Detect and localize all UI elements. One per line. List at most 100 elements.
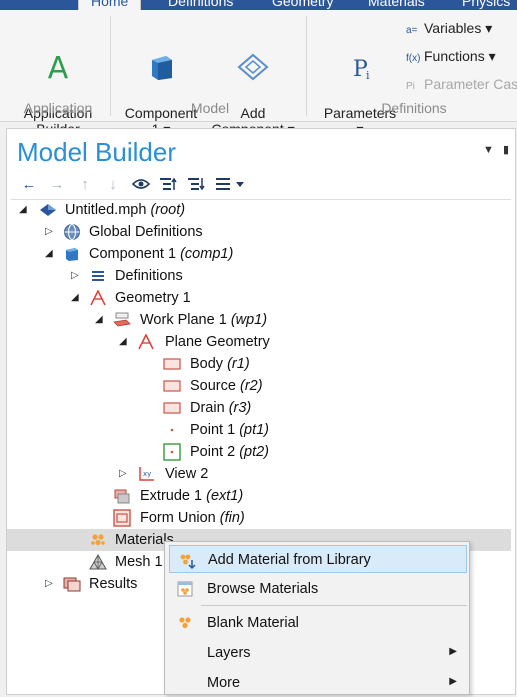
tree-label: Untitled.mph (root)	[65, 202, 186, 218]
browse-materials-icon	[177, 581, 193, 597]
plane-geometry-icon	[137, 334, 155, 350]
menu-item-layers[interactable]: Layers ▶	[169, 639, 467, 667]
pin-icon[interactable]: ▮	[503, 144, 509, 156]
menu-separator	[201, 605, 467, 606]
tree-node-view[interactable]: ▷ xy View 2	[7, 463, 511, 485]
tree-node-geometry[interactable]: ◢ Geometry 1	[7, 287, 511, 309]
group-label-definitions: Definitions	[381, 100, 447, 116]
collapse-all-icon[interactable]	[155, 174, 183, 194]
tree-node-definitions[interactable]: ▷ Definitions	[7, 265, 511, 287]
expand-arrow-icon[interactable]: ◢	[71, 292, 79, 303]
tab-home[interactable]: Home	[78, 0, 142, 10]
tree-node-source[interactable]: Source (r2)	[7, 375, 511, 397]
panel-menu-icon[interactable]: ▼	[483, 144, 494, 156]
application-builder-button[interactable]: A Application Builder	[14, 20, 102, 137]
tab-materials[interactable]: Materials	[368, 0, 425, 10]
move-down-icon[interactable]: ↓	[99, 174, 127, 194]
view-icon: xy	[137, 466, 155, 482]
menu-item-blank-material[interactable]: Blank Material	[169, 609, 467, 637]
variables-icon: a=	[406, 25, 418, 36]
tab-definitions[interactable]: Definitions	[168, 0, 233, 10]
tree-label: Plane Geometry	[165, 334, 270, 350]
component-button[interactable]: Component 1 ▾	[118, 20, 204, 137]
menu-label: Browse Materials	[207, 581, 319, 597]
add-material-icon	[178, 552, 196, 570]
show-icon[interactable]	[127, 174, 155, 194]
tree-label: Global Definitions	[89, 224, 203, 240]
rectangle-icon	[163, 400, 181, 416]
panel-controls: ▼ ▮	[483, 143, 509, 156]
tree-node-point2[interactable]: Point 2 (pt2)	[7, 441, 511, 463]
collapse-arrow-icon[interactable]: ▷	[71, 270, 79, 281]
component-icon	[63, 246, 81, 262]
tree-label: Definitions	[115, 268, 183, 284]
parameter-case-icon: Pi	[406, 81, 415, 92]
functions-icon: f(x)	[406, 53, 421, 64]
panel-title: Model Builder	[17, 137, 176, 167]
functions-button[interactable]: f(x) Functions ▾	[406, 48, 496, 65]
add-component-button[interactable]: Add Component ▾	[206, 20, 300, 137]
menu-item-more[interactable]: More ▶	[169, 669, 467, 697]
tree-node-component[interactable]: ◢ Component 1 (comp1)	[7, 243, 511, 265]
tree-label: Form Union (fin)	[140, 510, 245, 526]
menu-label: More	[207, 675, 241, 691]
add-component-icon	[206, 36, 300, 85]
tab-geometry[interactable]: Geometry	[272, 0, 333, 10]
component-icon	[118, 36, 204, 85]
tree-label: Mesh 1	[115, 554, 163, 570]
work-plane-icon	[113, 312, 131, 328]
svg-text:A: A	[48, 52, 69, 82]
tree-label: Source (r2)	[190, 378, 263, 394]
expand-arrow-icon[interactable]: ◢	[119, 336, 127, 347]
tree-label: View 2	[165, 466, 209, 482]
tree-node-work-plane[interactable]: ◢ Work Plane 1 (wp1)	[7, 309, 511, 331]
definitions-icon	[89, 268, 107, 284]
tree-label: Point 1 (pt1)	[190, 422, 270, 438]
menu-item-browse-materials[interactable]: Browse Materials	[169, 575, 467, 603]
menu-item-add-material-from-library[interactable]: Add Material from Library	[169, 545, 467, 573]
geometry-icon	[89, 290, 107, 306]
parameters-button[interactable]: Pi Parameters ▾	[314, 20, 406, 137]
view-options-icon[interactable]	[211, 174, 251, 194]
tree-node-root[interactable]: ◢ Untitled.mph (root)	[7, 199, 511, 221]
menu-label: Add Material from Library	[208, 552, 371, 568]
rectangle-icon	[163, 378, 181, 394]
application-builder-icon: A	[14, 36, 102, 86]
tree-label: Drain (r3)	[190, 400, 252, 416]
rectangle-icon	[163, 356, 181, 372]
tree-label: Geometry 1	[115, 290, 191, 306]
results-icon	[63, 576, 81, 592]
tree-node-point1[interactable]: Point 1 (pt1)	[7, 419, 511, 441]
submenu-arrow-icon: ▶	[449, 676, 457, 687]
collapse-arrow-icon[interactable]: ▷	[119, 468, 127, 479]
tree-label: Component 1 (comp1)	[89, 246, 234, 262]
form-union-icon	[113, 509, 131, 527]
tree-node-extrude[interactable]: Extrude 1 (ext1)	[7, 485, 511, 507]
materials-icon	[89, 532, 107, 548]
collapse-arrow-icon[interactable]: ▷	[45, 578, 53, 589]
context-menu: Add Material from Library Browse Materia…	[164, 541, 470, 695]
parameter-case-button[interactable]: Pi Parameter Cas	[406, 76, 517, 92]
point-icon	[163, 422, 181, 438]
back-arrow-icon[interactable]: ←	[15, 174, 43, 194]
ribbon-tab-strip: Home Definitions Geometry Materials Phys…	[0, 0, 517, 10]
tree-node-form-union[interactable]: Form Union (fin)	[7, 507, 511, 529]
variables-button[interactable]: a= Variables ▾	[406, 20, 492, 37]
forward-arrow-icon[interactable]: →	[43, 174, 71, 194]
expand-arrow-icon[interactable]: ◢	[45, 248, 53, 259]
move-up-icon[interactable]: ↑	[71, 174, 99, 194]
tree-node-body[interactable]: Body (r1)	[7, 353, 511, 375]
svg-text:xy: xy	[143, 470, 151, 478]
tree-label: Body (r1)	[190, 356, 250, 372]
tree-node-drain[interactable]: Drain (r3)	[7, 397, 511, 419]
collapse-arrow-icon[interactable]: ▷	[45, 226, 53, 237]
expand-all-icon[interactable]	[183, 174, 211, 194]
tree-node-plane-geometry[interactable]: ◢ Plane Geometry	[7, 331, 511, 353]
expand-arrow-icon[interactable]: ◢	[19, 204, 27, 215]
extrude-icon	[113, 488, 131, 504]
expand-arrow-icon[interactable]: ◢	[95, 314, 103, 325]
tab-physics[interactable]: Physics	[462, 0, 510, 10]
model-builder-toolbar: ← → ↑ ↓	[15, 173, 251, 195]
mesh-icon	[89, 554, 107, 570]
tree-node-global-definitions[interactable]: ▷ Global Definitions	[7, 221, 511, 243]
